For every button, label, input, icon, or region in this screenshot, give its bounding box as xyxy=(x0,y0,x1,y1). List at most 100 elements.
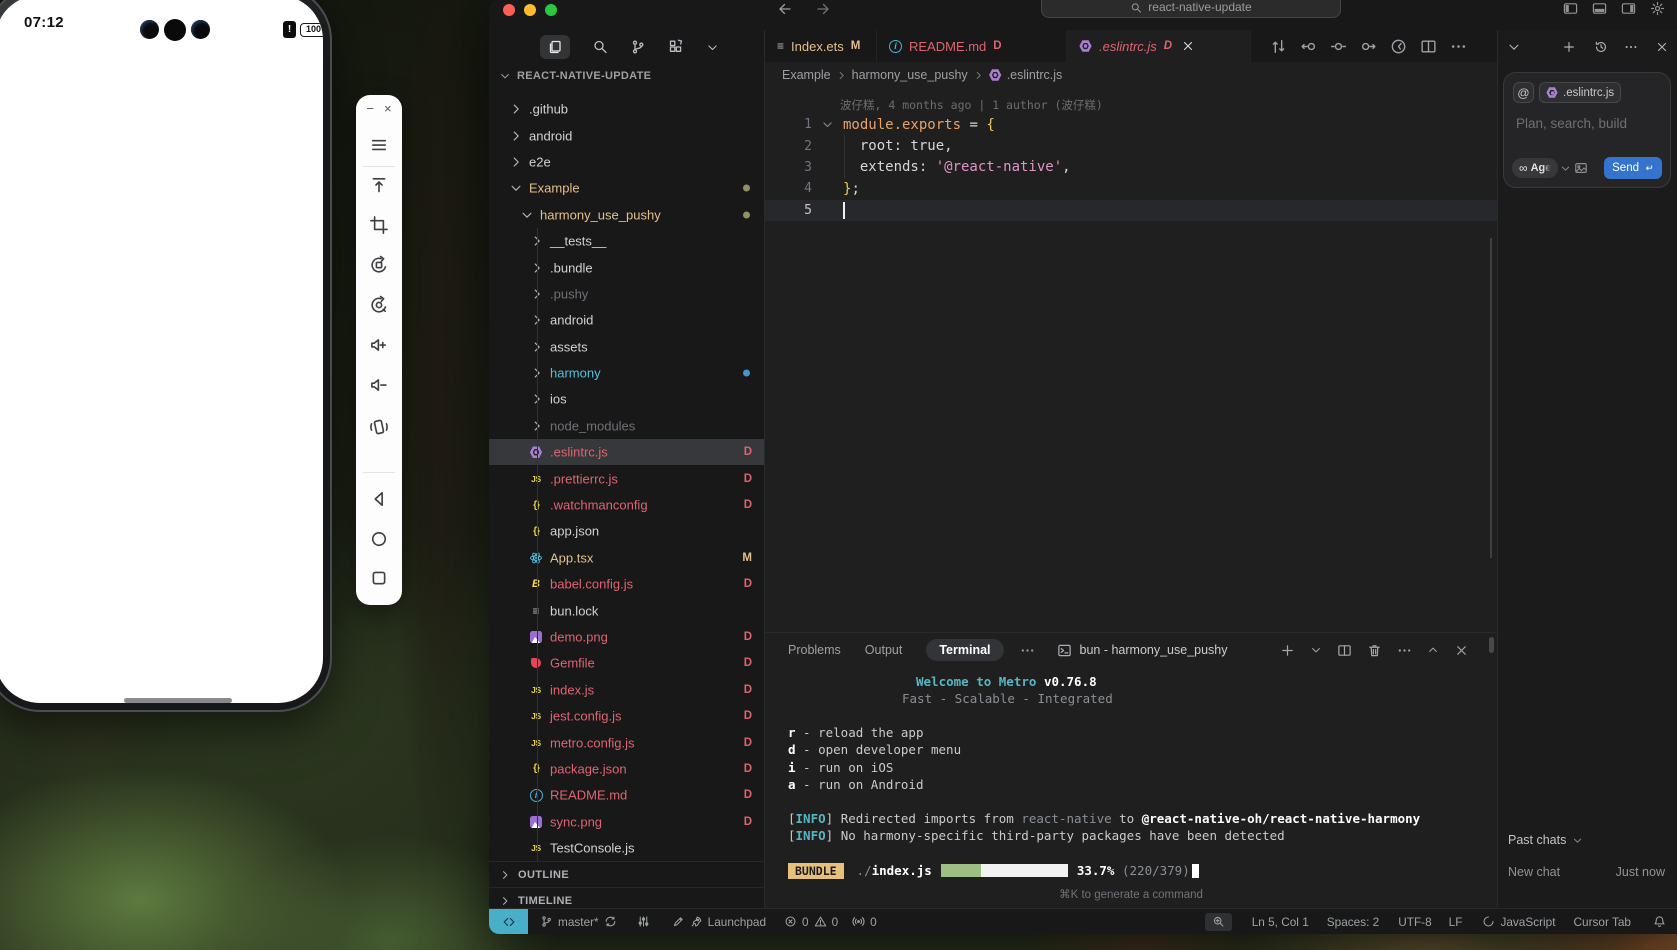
outline-section[interactable]: OUTLINE xyxy=(489,861,764,887)
code-line-1[interactable]: 1module.exports = { xyxy=(765,114,1497,135)
toggle-secondary-sidebar-icon[interactable] xyxy=(1621,1,1636,16)
tab-problems[interactable]: Problems xyxy=(788,643,841,657)
tree-item-android[interactable]: android xyxy=(489,122,764,148)
tree-item-sync.png[interactable]: sync.pngD xyxy=(489,809,764,835)
encoding-status[interactable]: UTF-8 xyxy=(1398,915,1431,929)
home-indicator[interactable] xyxy=(124,698,232,703)
next-change-icon[interactable] xyxy=(1360,38,1377,55)
tab-eslintrc-js[interactable]: .eslintrc.js D xyxy=(1067,30,1251,62)
tree-item-App.tsx[interactable]: App.tsxM xyxy=(489,545,764,571)
cursor-tab-status[interactable]: Cursor Tab xyxy=(1574,915,1631,929)
launchpad-status[interactable]: Launchpad xyxy=(672,915,766,929)
command-search-box[interactable]: react-native-update xyxy=(1041,0,1341,18)
tree-item-babel.config.js[interactable]: Bbabel.config.jsD xyxy=(489,571,764,597)
code-line-2[interactable]: 2 root: true, xyxy=(765,135,1497,156)
home-icon[interactable] xyxy=(369,529,389,549)
recents-icon[interactable] xyxy=(369,568,389,588)
history-icon[interactable] xyxy=(1594,40,1608,54)
zoom-status[interactable] xyxy=(1205,913,1232,931)
tree-item-__tests__[interactable]: __tests__ xyxy=(489,228,764,254)
code-editor[interactable]: 波仔糕, 4 months ago | 1 author (波仔糕) 1modu… xyxy=(765,88,1497,632)
back-icon[interactable] xyxy=(369,489,389,509)
toggle-sidebar-icon[interactable] xyxy=(1563,1,1578,16)
explorer-root-header[interactable]: REACT-NATIVE-UPDATE xyxy=(489,64,764,88)
more-actions-icon[interactable] xyxy=(1450,38,1467,55)
tree-item-harmony_use_pushy[interactable]: harmony_use_pushy xyxy=(489,202,764,228)
panel-more-icon[interactable] xyxy=(1020,643,1035,658)
tab-index-ets[interactable]: ≡ Index.ets M xyxy=(765,30,877,62)
nav-back-icon[interactable] xyxy=(777,1,793,17)
add-context-chip[interactable]: @ xyxy=(1513,82,1534,103)
run-icon[interactable] xyxy=(1390,38,1407,55)
close-chat-icon[interactable] xyxy=(1655,40,1669,54)
tree-item-.eslintrc.js[interactable]: .eslintrc.jsD xyxy=(489,439,764,465)
sliders-status[interactable] xyxy=(637,915,650,928)
minimize-window-button[interactable] xyxy=(524,4,536,16)
code-line-4[interactable]: 4}; xyxy=(765,178,1497,199)
upload-icon[interactable] xyxy=(369,175,389,195)
tree-item-harmony[interactable]: harmony xyxy=(489,360,764,386)
volume-up-icon[interactable] xyxy=(369,335,389,355)
toolbar-close-button[interactable]: × xyxy=(384,101,392,116)
tree-item-index.js[interactable]: JSindex.jsD xyxy=(489,677,764,703)
chat-input-card[interactable]: @ .eslintrc.js Plan, search, build ∞ Age… xyxy=(1503,72,1671,188)
line-col-status[interactable]: Ln 5, Col 1 xyxy=(1252,915,1309,929)
tree-item-.pushy[interactable]: .pushy xyxy=(489,281,764,307)
toggle-panel-icon[interactable] xyxy=(1592,1,1607,16)
close-panel-icon[interactable] xyxy=(1454,643,1469,658)
past-chat-item[interactable]: New chat Just now xyxy=(1508,865,1665,879)
chevron-down-icon[interactable] xyxy=(706,41,719,54)
tab-output[interactable]: Output xyxy=(865,643,903,657)
close-tab-icon[interactable] xyxy=(1181,39,1195,53)
tab-readme-md[interactable]: i README.md D xyxy=(877,30,1067,62)
tree-item-ios[interactable]: ios xyxy=(489,386,764,412)
tree-item-demo.png[interactable]: demo.pngD xyxy=(489,624,764,650)
tree-item-.watchmanconfig[interactable]: {}.watchmanconfigD xyxy=(489,492,764,518)
tree-item-Example[interactable]: Example xyxy=(489,175,764,201)
chat-input-placeholder[interactable]: Plan, search, build xyxy=(1516,116,1627,131)
gear-icon[interactable] xyxy=(1650,1,1665,16)
tree-item-assets[interactable]: assets xyxy=(489,334,764,360)
split-terminal-icon[interactable] xyxy=(1337,643,1352,658)
rotate-icon[interactable] xyxy=(369,255,389,275)
shake-icon[interactable] xyxy=(369,417,389,437)
tab-terminal[interactable]: Terminal xyxy=(926,639,1003,661)
tree-item-android[interactable]: android xyxy=(489,307,764,333)
tree-item-.bundle[interactable]: .bundle xyxy=(489,254,764,280)
current-change-icon[interactable] xyxy=(1330,38,1347,55)
tree-item-metro.config.js[interactable]: JSmetro.config.jsD xyxy=(489,729,764,755)
tree-item-node_modules[interactable]: node_modules xyxy=(489,413,764,439)
file-context-chip[interactable]: .eslintrc.js xyxy=(1539,82,1621,103)
terminal-session[interactable]: bun - harmony_use_pushy xyxy=(1057,643,1228,658)
tree-item-.prettierrc.js[interactable]: JS.prettierrc.jsD xyxy=(489,465,764,491)
tree-item-Gemfile[interactable]: GemfileD xyxy=(489,650,764,676)
zoom-window-button[interactable] xyxy=(545,4,557,16)
language-status[interactable]: JavaScript xyxy=(1482,915,1555,929)
split-editor-icon[interactable] xyxy=(1420,38,1437,55)
source-control-icon[interactable] xyxy=(630,39,646,55)
open-changes-icon[interactable] xyxy=(1270,38,1287,55)
new-chat-icon[interactable] xyxy=(1562,40,1576,54)
terminal-scrollbar[interactable] xyxy=(1489,637,1494,653)
close-window-button[interactable] xyxy=(503,4,515,16)
terminal-dropdown-icon[interactable] xyxy=(1310,644,1322,656)
tree-item-app.json[interactable]: {}app.json xyxy=(489,518,764,544)
chevron-down-icon[interactable] xyxy=(1507,40,1521,54)
more-icon[interactable] xyxy=(1624,40,1638,54)
tree-item-.github[interactable]: .github xyxy=(489,96,764,122)
tree-item-jest.config.js[interactable]: JSjest.config.jsD xyxy=(489,703,764,729)
tree-item-package.json[interactable]: {}package.jsonD xyxy=(489,756,764,782)
editor-scrollbar[interactable] xyxy=(1490,238,1493,558)
search-tab-icon[interactable] xyxy=(592,39,608,55)
extensions-icon[interactable] xyxy=(668,39,684,55)
send-button[interactable]: Send xyxy=(1604,157,1662,179)
tree-item-e2e[interactable]: e2e xyxy=(489,149,764,175)
code-line-5[interactable]: 5 xyxy=(765,200,1497,221)
explorer-tab-icon[interactable] xyxy=(540,35,570,59)
branch-status[interactable]: master* xyxy=(540,915,617,929)
auto-rotate-icon[interactable] xyxy=(369,295,389,315)
bell-icon[interactable] xyxy=(1653,915,1666,928)
ports-status[interactable]: 0 xyxy=(852,915,877,929)
new-terminal-icon[interactable] xyxy=(1280,643,1295,658)
screenshot-icon[interactable] xyxy=(369,215,389,235)
